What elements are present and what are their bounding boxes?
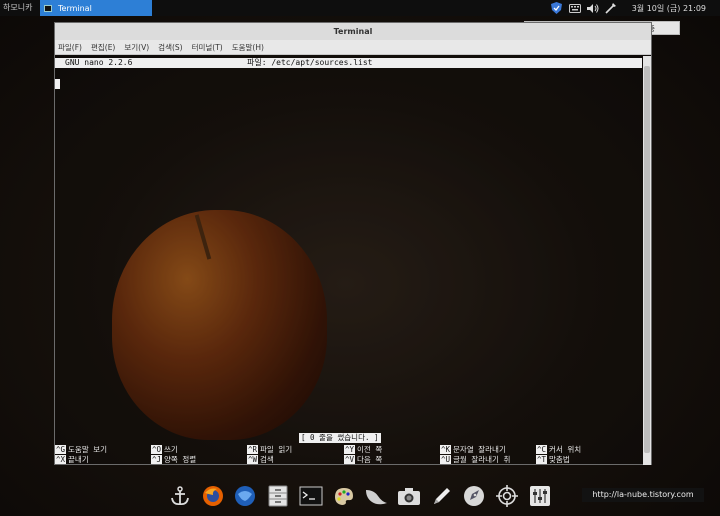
shortcut-cursor-pos: ^C 커서 위치 <box>536 445 581 454</box>
taskbar-item-label: Terminal <box>58 3 92 13</box>
shortcut-label: 다음 쪽 <box>357 455 383 464</box>
terminal-scrollbar[interactable] <box>643 56 651 465</box>
app-menu-button[interactable]: 하모니카 <box>0 0 38 16</box>
top-panel: 하모니카 Terminal 3월 10일 (금) 21:09 <box>0 0 720 16</box>
thunderbird-icon[interactable] <box>232 483 258 509</box>
window-title[interactable]: Terminal <box>55 23 651 40</box>
scrollbar-thumb[interactable] <box>644 66 650 453</box>
shortcut-where-is: ^W 검색 <box>247 455 274 464</box>
clock[interactable]: 3월 10일 (금) 21:09 <box>632 3 706 14</box>
shortcut-label: 쓰기 <box>164 445 178 454</box>
shortcut-next-page: ^V 다음 쪽 <box>344 455 382 464</box>
firefox-icon[interactable] <box>200 483 226 509</box>
terminal-window[interactable]: Terminal 파일(F) 편집(E) 보기(V) 검색(S) 터미널(T) … <box>54 22 652 465</box>
shortcut-label: 커서 위치 <box>549 445 582 454</box>
rocket-icon[interactable] <box>461 483 487 509</box>
shortcut-label: 양쪽 정렬 <box>164 455 197 464</box>
shortcut-read-file: ^R 파일 읽기 <box>247 445 292 454</box>
menu-search[interactable]: 검색(S) <box>158 42 182 53</box>
shortcut-label: 문자열 잘라내기 <box>453 445 506 454</box>
shortcut-label: 글월 잘라내기 취 <box>453 455 511 464</box>
shortcut-key: ^U <box>440 455 452 464</box>
network-icon[interactable] <box>605 2 617 14</box>
shortcut-key: ^Y <box>344 445 356 454</box>
keyboard-icon[interactable] <box>568 2 581 14</box>
camera-icon[interactable] <box>396 483 422 509</box>
shortcut-key: ^V <box>344 455 356 464</box>
shortcut-label: 이전 쪽 <box>357 445 383 454</box>
menu-edit[interactable]: 편집(E) <box>91 42 115 53</box>
dock <box>163 480 557 512</box>
mixer-icon[interactable] <box>527 483 553 509</box>
shortcut-label: 도움말 보기 <box>68 445 108 454</box>
shortcut-key: ^T <box>536 455 548 464</box>
shortcut-key: ^G <box>55 445 67 454</box>
pen-icon[interactable] <box>429 483 455 509</box>
terminal-icon[interactable] <box>298 483 324 509</box>
shortcut-help: ^G 도움말 보기 <box>55 445 107 454</box>
system-tray: 3월 10일 (금) 21:09 <box>548 0 720 16</box>
paint-palette-icon[interactable] <box>331 483 357 509</box>
menu-file[interactable]: 파일(F) <box>58 42 82 53</box>
shortcut-exit: ^X 끝내기 <box>55 455 89 464</box>
shortcut-key: ^J <box>151 455 163 464</box>
shortcut-spell: ^T 맞춤법 <box>536 455 570 464</box>
shortcut-label: 맞춤법 <box>549 455 570 464</box>
taskbar-item-terminal[interactable]: Terminal <box>40 0 152 16</box>
anchor-icon[interactable] <box>167 483 193 509</box>
bird-icon[interactable] <box>363 483 389 509</box>
nano-status-message: [ 0 줄을 썼습니다. ] <box>299 433 381 443</box>
nano-version: GNU nano 2.2.6 <box>65 58 133 67</box>
watermark-url: http://la-nube.tistory.com <box>582 488 704 502</box>
shortcut-key: ^O <box>151 445 163 454</box>
shortcut-key: ^R <box>247 445 259 454</box>
shortcut-prev-page: ^Y 이전 쪽 <box>344 445 382 454</box>
shortcut-justify: ^J 양쪽 정렬 <box>151 455 196 464</box>
nano-filename: 파일: /etc/apt/sources.list <box>247 58 373 67</box>
text-cursor <box>55 79 60 89</box>
shortcut-label: 파일 읽기 <box>260 445 293 454</box>
shortcut-cut-text: ^K 문자열 잘라내기 <box>440 445 506 454</box>
shortcut-key: ^W <box>247 455 259 464</box>
shortcut-label: 끝내기 <box>68 455 89 464</box>
terminal-menubar: 파일(F) 편집(E) 보기(V) 검색(S) 터미널(T) 도움말(H) <box>55 40 651 55</box>
menu-terminal[interactable]: 터미널(T) <box>192 42 223 53</box>
menu-help[interactable]: 도움말(H) <box>232 42 264 53</box>
nano-header: GNU nano 2.2.6 파일: /etc/apt/sources.list <box>55 58 642 68</box>
target-icon[interactable] <box>494 483 520 509</box>
terminal-content[interactable]: GNU nano 2.2.6 파일: /etc/apt/sources.list… <box>55 56 645 465</box>
terminal-mini-icon <box>44 4 52 12</box>
shortcut-key: ^X <box>55 455 67 464</box>
shortcut-key: ^C <box>536 445 548 454</box>
file-cabinet-icon[interactable] <box>265 483 291 509</box>
shortcut-key: ^K <box>440 445 452 454</box>
menu-view[interactable]: 보기(V) <box>124 42 149 53</box>
shortcut-label: 검색 <box>260 455 274 464</box>
shield-icon[interactable] <box>551 2 563 14</box>
volume-icon[interactable] <box>586 2 599 14</box>
shortcut-write: ^O 쓰기 <box>151 445 178 454</box>
shortcut-uncut-text: ^U 글월 잘라내기 취 <box>440 455 510 464</box>
